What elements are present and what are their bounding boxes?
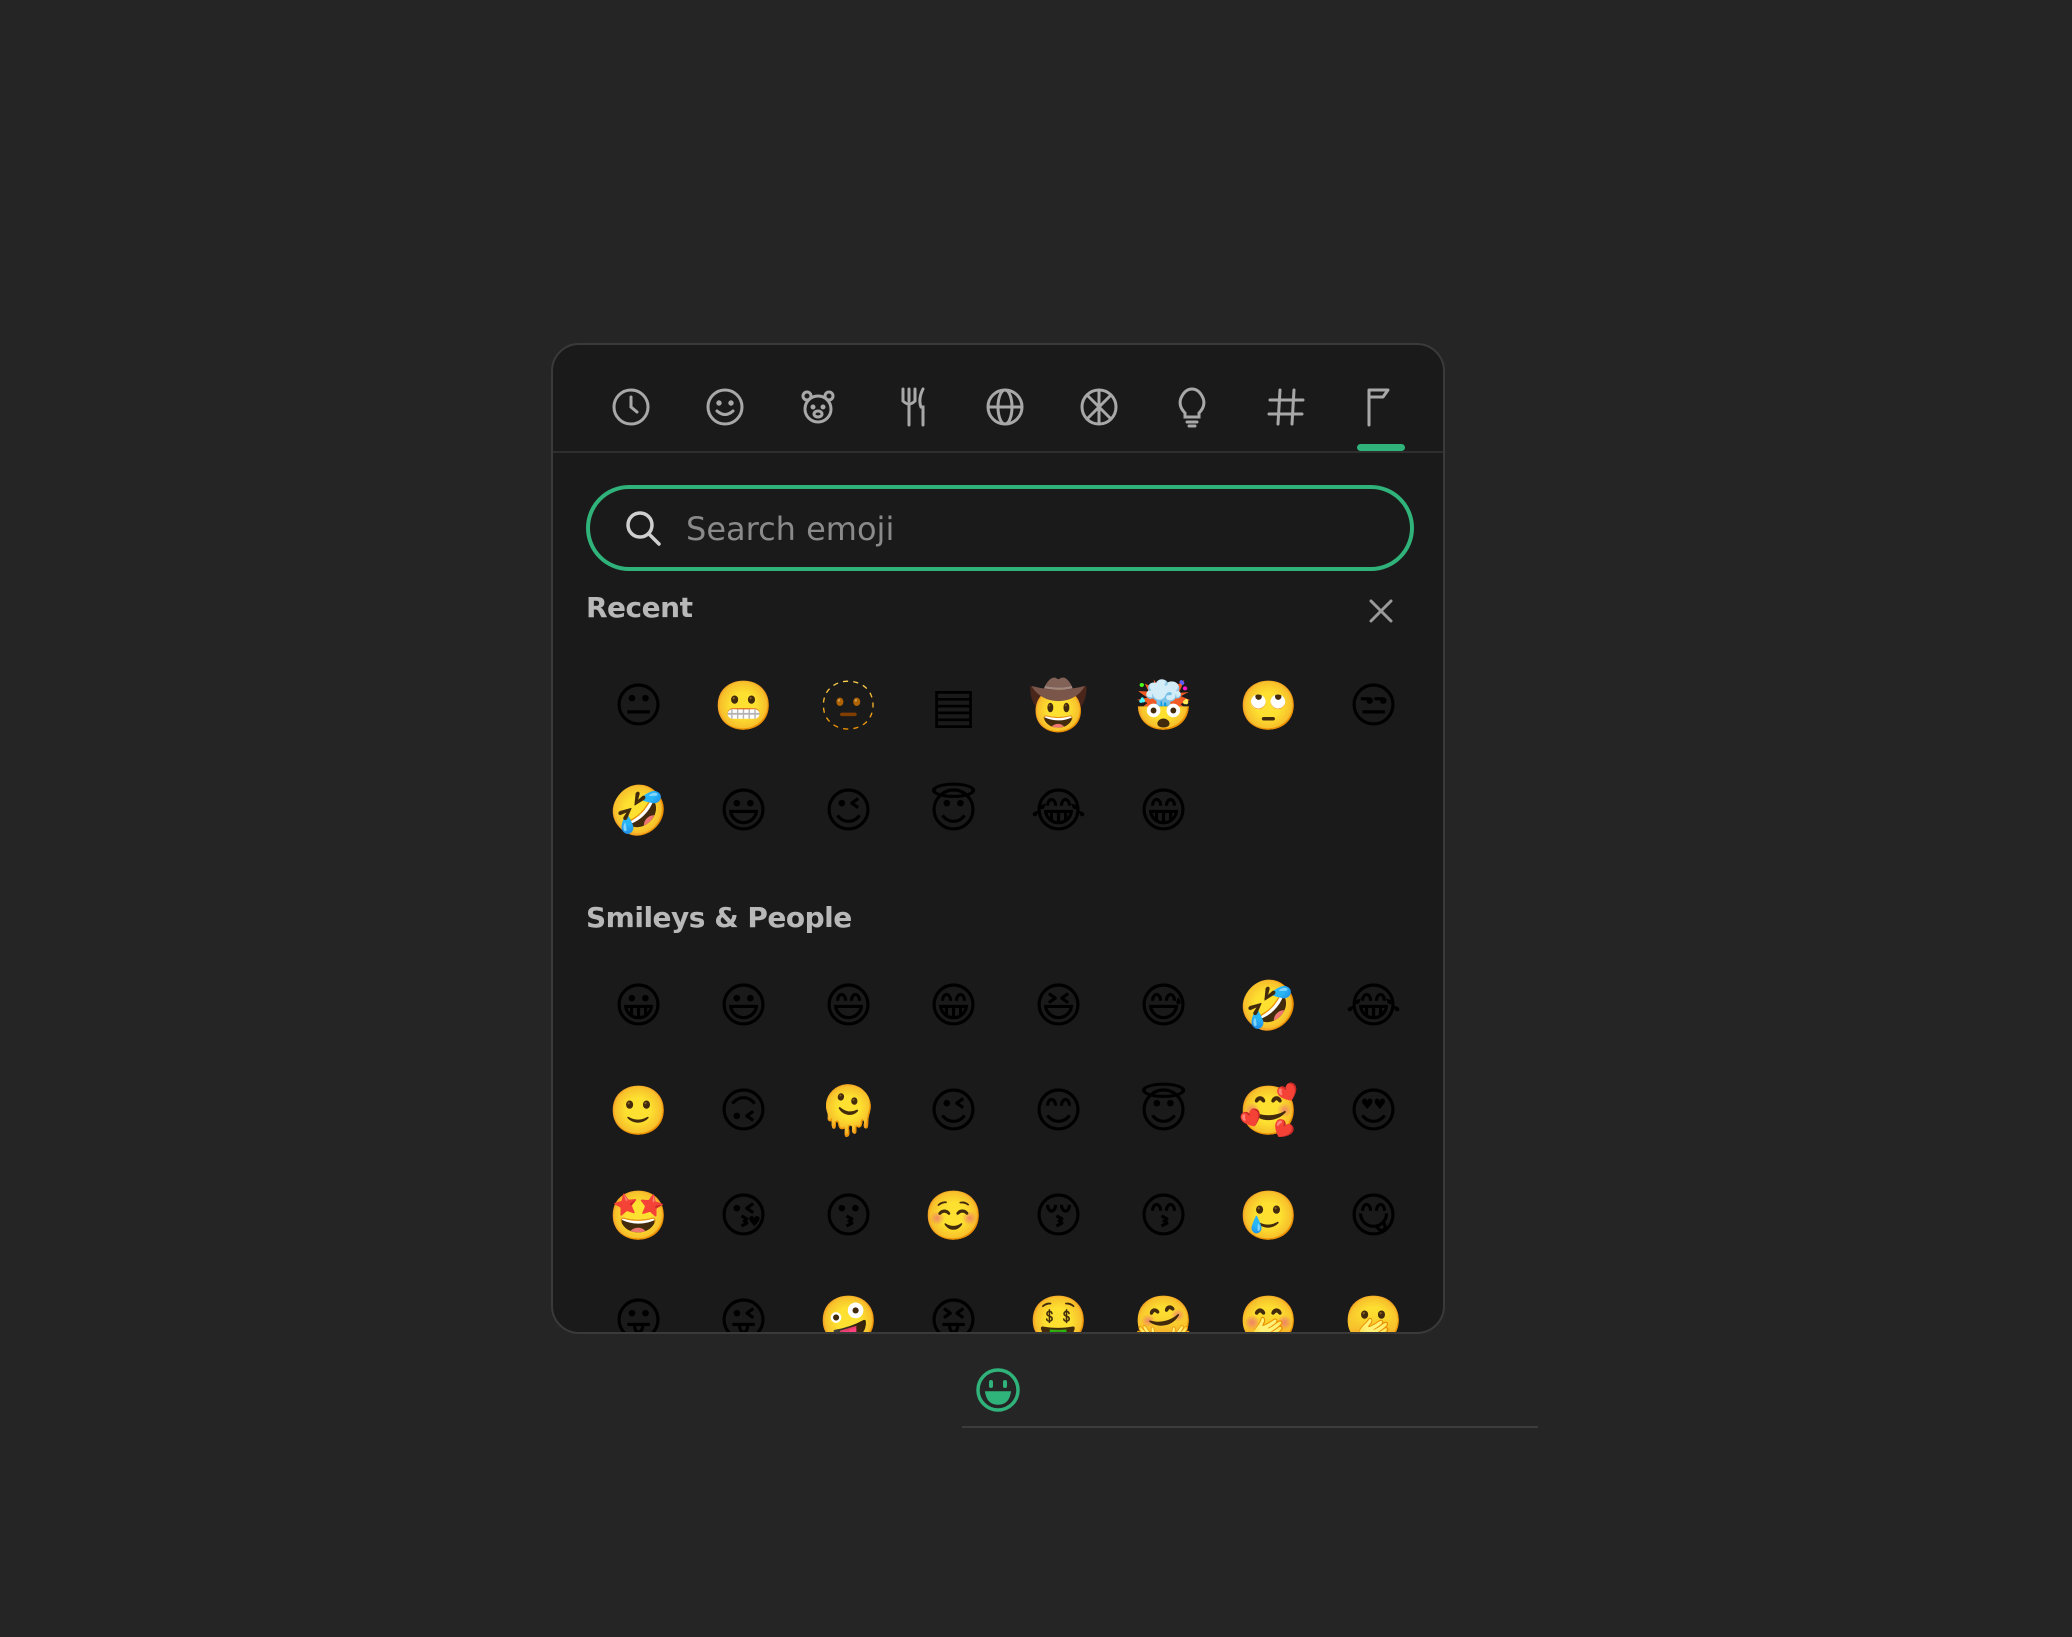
bear-icon [801,390,835,424]
recent-emoji-grid: 😐 😬 🫥 ▤ 🤠 🤯 🙄 😒 🤣 😃 😉 😇 😂 😁 [586,653,1426,863]
emoji-item[interactable]: 😂 [1006,758,1111,863]
emoji-item[interactable]: 😄 [796,953,901,1058]
smileys-emoji-grid: 😀 😃 😄 😁 😆 😅 🤣 😂 🙂 🙃 🫠 😉 😊 😇 🥰 😍 🤩 😘 😗 ☺️ 😚 😙 🥲 😋 😛 😜 🤪 😝 🤑 🤗 🤭 🫢 [586,953,1426,1333]
fork-knife-icon [901,387,925,427]
smiley-icon [706,388,744,426]
tab-food[interactable] [880,375,944,439]
category-tabs [553,345,1443,453]
emoji-item[interactable]: 🤣 [1216,953,1321,1058]
emoji-item[interactable]: 🤗 [1111,1268,1216,1333]
active-tab-indicator-wrap [1347,439,1411,451]
emoji-item[interactable]: 😊 [1006,1058,1111,1163]
globe-icon [986,388,1024,426]
emoji-item[interactable]: 😐 [586,653,691,758]
tab-travel[interactable] [973,375,1037,439]
emoji-item[interactable]: 😉 [796,758,901,863]
emoji-item[interactable]: 😜 [691,1268,796,1333]
emoji-item[interactable]: 😆 [1006,953,1111,1058]
tab-symbols[interactable] [1254,375,1318,439]
hash-icon [1267,388,1305,426]
lightbulb-icon [1178,387,1206,428]
emoji-item[interactable]: 😇 [901,758,1006,863]
emoji-item[interactable]: 🥲 [1216,1163,1321,1268]
emoji-item[interactable]: 😚 [1006,1163,1111,1268]
emoji-item[interactable]: 😒 [1321,653,1426,758]
emoji-item[interactable]: 😝 [901,1268,1006,1333]
emoji-item[interactable]: 😅 [1111,953,1216,1058]
emoji-item[interactable]: 😙 [1111,1163,1216,1268]
search-icon [626,511,661,546]
active-tab-indicator [1357,444,1405,451]
emoji-item[interactable]: 😂 [1321,953,1426,1058]
emoji-item[interactable]: 🤭 [1216,1268,1321,1333]
flag-icon [1367,388,1390,427]
emoji-item[interactable]: 😇 [1111,1058,1216,1163]
emoji-item[interactable]: ☺️ [901,1163,1006,1268]
tab-smileys[interactable] [693,375,757,439]
emoji-item[interactable]: 😃 [691,953,796,1058]
emoji-item[interactable]: 😉 [901,1058,1006,1163]
emoji-item[interactable]: ▤ [901,653,1006,758]
close-icon[interactable] [1365,595,1397,627]
emoji-item[interactable]: 🤣 [586,758,691,863]
tab-objects[interactable] [1160,375,1224,439]
emoji-item[interactable]: 🙄 [1216,653,1321,758]
emoji-item[interactable]: 🥰 [1216,1058,1321,1163]
emoji-item[interactable]: 🤑 [1006,1268,1111,1333]
emoji-item[interactable]: 🤯 [1111,653,1216,758]
emoji-item[interactable]: 😁 [901,953,1006,1058]
emoji-item[interactable]: 😀 [586,953,691,1058]
emoji-item[interactable]: 🙃 [691,1058,796,1163]
search-input[interactable] [684,497,1368,561]
emoji-toggle-button[interactable] [974,1366,1022,1414]
emoji-picker: Recent 😐😬🫥▤🤠🤯🙄😒🤣😃😉😇😂😁 Smileys & People 😀… [551,343,1445,1334]
message-input-underline [962,1426,1538,1428]
clock-icon [612,388,650,426]
emoji-item[interactable]: 😁 [1111,758,1216,863]
emoji-item[interactable]: 🫠 [796,1058,901,1163]
emoji-item[interactable]: 🤠 [1006,653,1111,758]
emoji-item[interactable]: 😗 [796,1163,901,1268]
emoji-item[interactable]: 🤪 [796,1268,901,1333]
section-title-recent: Recent [586,591,693,624]
emoji-item[interactable]: 🫥 [796,653,901,758]
tab-activities[interactable] [1067,375,1131,439]
ball-icon [1080,388,1118,426]
emoji-item[interactable]: 😬 [691,653,796,758]
tab-flags[interactable] [1347,375,1411,439]
emoji-item[interactable]: 😍 [1321,1058,1426,1163]
emoji-item[interactable]: 😃 [691,758,796,863]
emoji-item[interactable]: 🤩 [586,1163,691,1268]
search-box[interactable] [586,485,1414,571]
emoji-item[interactable]: 😘 [691,1163,796,1268]
emoji-item[interactable]: 🙂 [586,1058,691,1163]
section-title-smileys: Smileys & People [586,901,852,934]
emoji-item[interactable]: 😛 [586,1268,691,1333]
emoji-item[interactable]: 😋 [1321,1163,1426,1268]
tab-animals[interactable] [786,375,850,439]
tab-recent[interactable] [599,375,663,439]
emoji-item[interactable]: 🫢 [1321,1268,1426,1333]
